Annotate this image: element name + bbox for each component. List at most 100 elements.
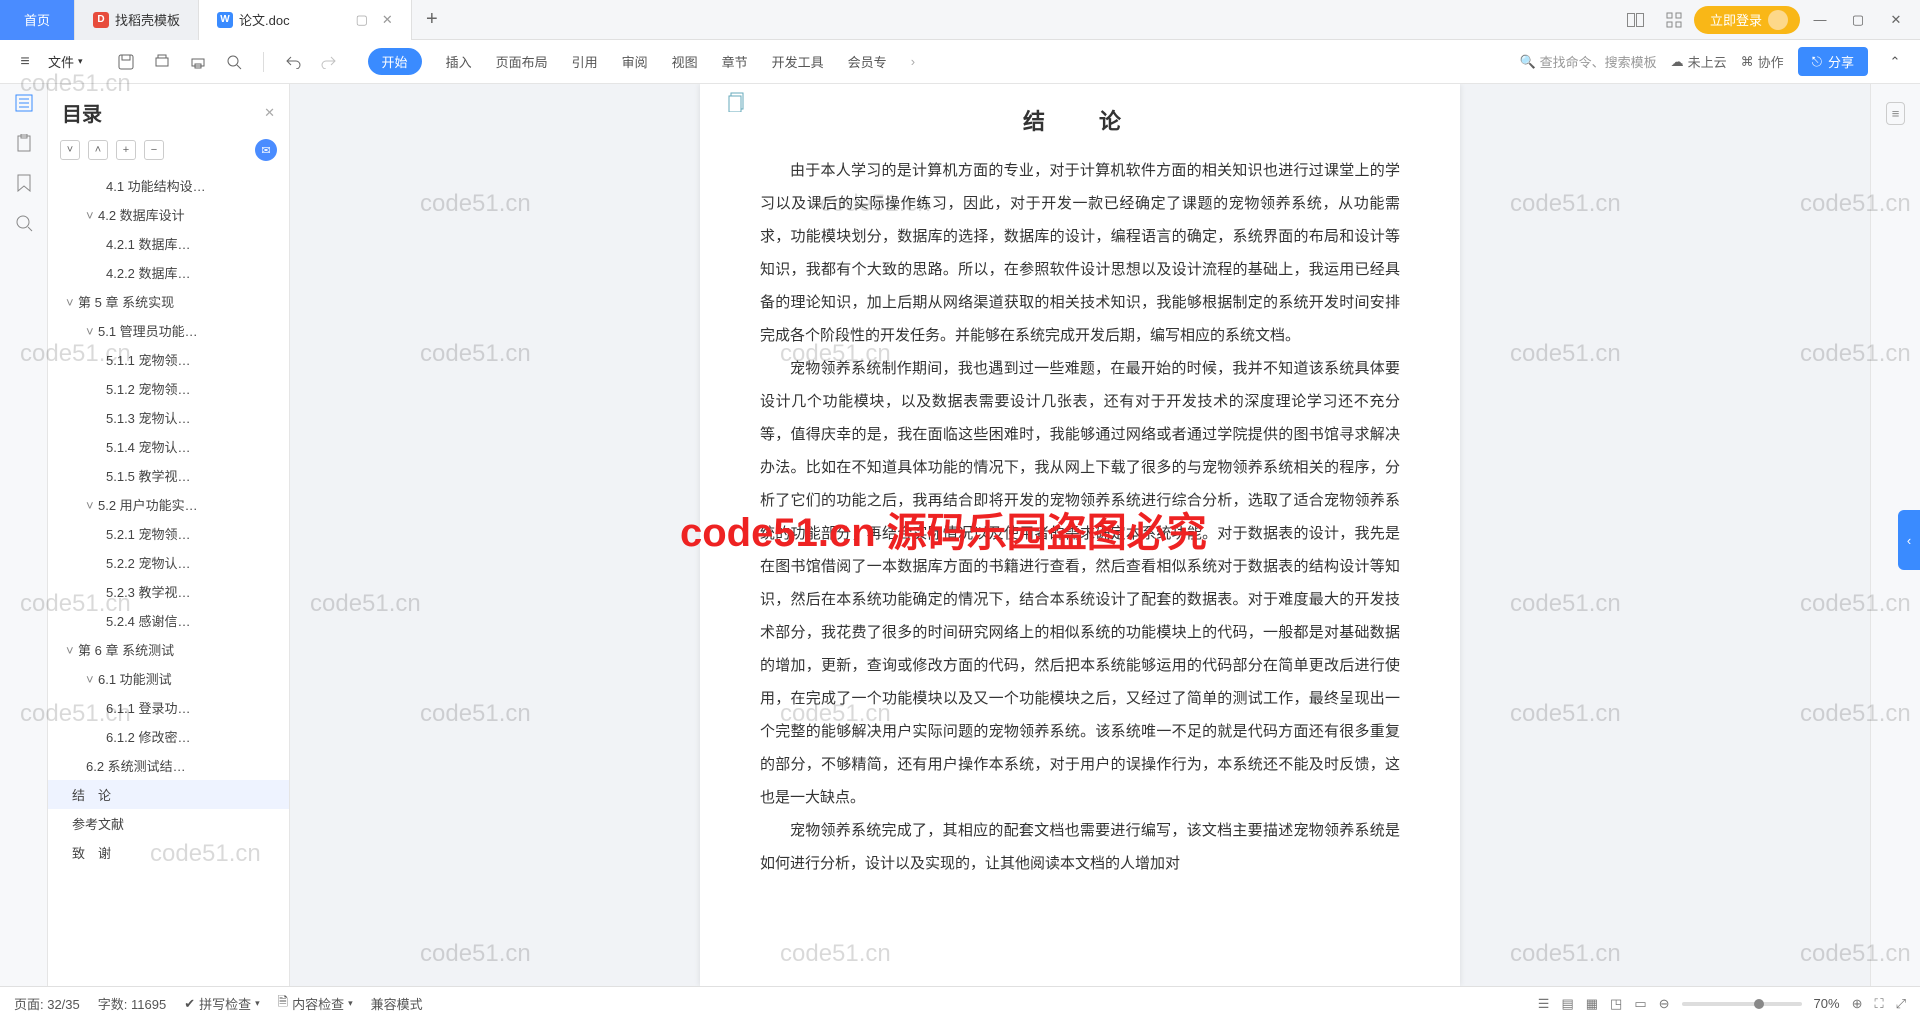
outline-item[interactable]: 4.2.1 数据库… <box>48 229 289 258</box>
outline-rail-icon[interactable] <box>15 94 33 112</box>
spell-check[interactable]: ✔拼写检查▾ <box>184 994 259 1013</box>
doc-body: 由于本人学习的是计算机方面的专业，对于计算机软件方面的相关知识也进行过课堂上的学… <box>760 154 1400 880</box>
collab-button[interactable]: ⌘协作 <box>1741 52 1784 71</box>
share-button[interactable]: ⎋分享 <box>1798 47 1868 76</box>
menu-tab-view[interactable]: 视图 <box>672 52 698 71</box>
minimize-button[interactable]: — <box>1802 6 1838 34</box>
outline-item[interactable]: ˅第 5 章 系统实现 <box>48 287 289 316</box>
outline-item[interactable]: 结 论 <box>48 780 289 809</box>
search-rail-icon[interactable] <box>15 214 33 232</box>
tab-add-button[interactable]: + <box>412 8 452 31</box>
compat-mode[interactable]: 兼容模式 <box>371 994 423 1013</box>
content-icon: 🗎 <box>278 993 288 1015</box>
outline-item[interactable]: 4.1 功能结构设… <box>48 171 289 200</box>
login-button[interactable]: 立即登录 <box>1694 6 1800 34</box>
collapse-all-icon[interactable]: ˅ <box>60 140 80 160</box>
word-count[interactable]: 字数: 11695 <box>98 994 166 1013</box>
file-menu[interactable]: 文件 ▾ <box>48 52 83 71</box>
outline-item[interactable]: 5.2.3 教学视… <box>48 577 289 606</box>
tab-template[interactable]: D 找稻壳模板 <box>75 0 199 40</box>
outline-item[interactable]: ˅4.2 数据库设计 <box>48 200 289 229</box>
collapse-ribbon-icon[interactable]: ⌃ <box>1882 49 1908 75</box>
expand-all-icon[interactable]: ˄ <box>88 140 108 160</box>
clipboard-rail-icon[interactable] <box>15 134 33 152</box>
outline-item[interactable]: 5.2.4 感谢信… <box>48 606 289 635</box>
page-copy-icon[interactable] <box>728 92 746 112</box>
tab-scroll-right-icon[interactable]: › <box>911 54 915 69</box>
outline-close-icon[interactable]: ✕ <box>264 105 275 121</box>
outline-item[interactable]: 6.1.1 登录功… <box>48 693 289 722</box>
outline-item[interactable]: 5.1.2 宠物领… <box>48 374 289 403</box>
outline-item-label: 5.1.5 教学视… <box>106 469 191 484</box>
fullscreen-icon[interactable]: ⤢ <box>1896 996 1906 1012</box>
share-icon: ⎋ <box>1812 54 1822 70</box>
outline-item[interactable]: 5.2.2 宠物认… <box>48 548 289 577</box>
sync-icon[interactable]: ✉ <box>255 139 277 161</box>
save-icon[interactable] <box>113 49 139 75</box>
cloud-status[interactable]: ☁未上云 <box>1671 52 1727 71</box>
outline-item[interactable]: 6.1.2 修改密… <box>48 722 289 751</box>
outline-item[interactable]: 参考文献 <box>48 809 289 838</box>
print-icon[interactable] <box>185 49 211 75</box>
outline-panel: 目录 ✕ ˅ ˄ + − ✉ 4.1 功能结构设…˅4.2 数据库设计4.2.1… <box>48 84 290 986</box>
outline-item[interactable]: ˅6.1 功能测试 <box>48 664 289 693</box>
menu-tab-section[interactable]: 章节 <box>722 52 748 71</box>
outline-item[interactable]: 6.2 系统测试结… <box>48 751 289 780</box>
find-icon[interactable] <box>221 49 247 75</box>
view-mode-2-icon[interactable]: ▤ <box>1561 996 1573 1012</box>
zoom-out-icon[interactable]: ⊖ <box>1659 996 1670 1012</box>
bookmark-rail-icon[interactable] <box>16 174 32 192</box>
tab-view-icon[interactable]: ▢ <box>356 12 368 28</box>
outline-item[interactable]: 5.1.3 宠物认… <box>48 403 289 432</box>
document-area[interactable]: 结 论 由于本人学习的是计算机方面的专业，对于计算机软件方面的相关知识也进行过课… <box>290 84 1870 986</box>
outline-item[interactable]: ˅第 6 章 系统测试 <box>48 635 289 664</box>
menu-tab-member[interactable]: 会员专 <box>848 52 887 71</box>
outline-item[interactable]: 5.1.4 宠物认… <box>48 432 289 461</box>
command-search[interactable]: 🔍查找命令、搜索模板 <box>1519 52 1656 71</box>
menu-tab-layout[interactable]: 页面布局 <box>496 52 548 71</box>
menu-tab-insert[interactable]: 插入 <box>446 52 472 71</box>
avatar-icon <box>1768 10 1788 30</box>
tab-document[interactable]: W 论文.doc ▢ ✕ <box>199 0 412 40</box>
outline-title: 目录 <box>62 98 264 127</box>
outline-item[interactable]: 5.1.1 宠物领… <box>48 345 289 374</box>
fit-width-icon[interactable]: ⛶ <box>1874 996 1883 1012</box>
content-check[interactable]: 🗎内容检查▾ <box>278 993 353 1015</box>
view-mode-3-icon[interactable]: ▦ <box>1586 996 1598 1012</box>
outline-item[interactable]: ˅5.1 管理员功能… <box>48 316 289 345</box>
outline-item[interactable]: 致 谢 <box>48 838 289 867</box>
outline-item[interactable]: 4.2.2 数据库… <box>48 258 289 287</box>
reading-view-icon[interactable]: ▭ <box>1634 996 1646 1012</box>
view-mode-1-icon[interactable]: ☰ <box>1538 996 1550 1012</box>
chevron-down-icon: ▾ <box>78 56 83 67</box>
undo-icon[interactable] <box>280 49 306 75</box>
view-mode-4-icon[interactable]: ◳ <box>1610 996 1622 1012</box>
zoom-thumb[interactable] <box>1754 999 1764 1009</box>
zoom-value[interactable]: 70% <box>1814 996 1840 1011</box>
file-label: 文件 <box>48 52 74 71</box>
tab-home[interactable]: 首页 <box>0 0 75 40</box>
apps-icon[interactable] <box>1656 6 1692 34</box>
hamburger-icon[interactable]: ≡ <box>12 49 38 75</box>
right-panel-handle[interactable]: ‹ <box>1898 510 1920 570</box>
layout-icon[interactable] <box>1618 6 1654 34</box>
outline-item[interactable]: ˅5.2 用户功能实… <box>48 490 289 519</box>
menu-tab-start[interactable]: 开始 <box>368 48 422 75</box>
menu-tab-references[interactable]: 引用 <box>572 52 598 71</box>
maximize-button[interactable]: ▢ <box>1840 6 1876 34</box>
outline-item[interactable]: 5.1.5 教学视… <box>48 461 289 490</box>
menu-tab-review[interactable]: 审阅 <box>622 52 648 71</box>
menu-tab-developer[interactable]: 开发工具 <box>772 52 824 71</box>
remove-heading-icon[interactable]: − <box>144 140 164 160</box>
add-heading-icon[interactable]: + <box>116 140 136 160</box>
page-indicator[interactable]: 页面: 32/35 <box>14 994 80 1013</box>
zoom-in-icon[interactable]: ⊕ <box>1852 996 1863 1012</box>
right-menu-icon[interactable]: ≡ <box>1886 102 1906 125</box>
outline-item[interactable]: 5.2.1 宠物领… <box>48 519 289 548</box>
redo-icon[interactable] <box>316 49 342 75</box>
close-button[interactable]: ✕ <box>1878 6 1914 34</box>
outline-list[interactable]: 4.1 功能结构设…˅4.2 数据库设计4.2.1 数据库…4.2.2 数据库…… <box>48 167 289 986</box>
zoom-slider[interactable] <box>1682 1002 1802 1006</box>
tab-close-icon[interactable]: ✕ <box>382 12 393 28</box>
print-preview-icon[interactable] <box>149 49 175 75</box>
